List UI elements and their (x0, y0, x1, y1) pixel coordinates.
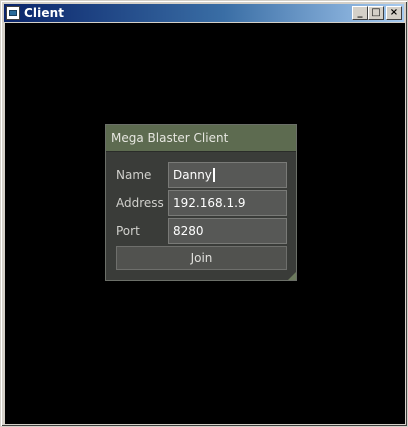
dialog-title: Mega Blaster Client (111, 131, 229, 145)
minimize-icon: _ (357, 7, 363, 18)
close-button[interactable]: × (386, 6, 402, 20)
port-input-value: 8280 (173, 224, 204, 238)
name-input[interactable]: Danny (168, 162, 287, 188)
port-label: Port (116, 224, 140, 238)
window-title: Client (24, 6, 65, 20)
name-row: Name Danny (106, 162, 296, 188)
resize-grip-icon[interactable] (288, 272, 296, 280)
port-input[interactable]: 8280 (168, 218, 287, 244)
dialog-header[interactable]: Mega Blaster Client (106, 125, 296, 152)
address-row: Address 192.168.1.9 (106, 190, 296, 216)
name-input-value: Danny (173, 168, 212, 182)
app-window-icon[interactable] (6, 6, 20, 20)
join-button[interactable]: Join (116, 246, 287, 270)
address-input[interactable]: 192.168.1.9 (168, 190, 287, 216)
address-input-value: 192.168.1.9 (173, 196, 246, 210)
port-row: Port 8280 (106, 218, 296, 244)
client-area: Mega Blaster Client Name Danny Address 1… (5, 23, 405, 424)
join-button-label: Join (190, 251, 213, 265)
maximize-icon: □ (371, 7, 381, 18)
text-caret (212, 168, 215, 182)
title-bar[interactable]: Client _ □ × (4, 4, 404, 22)
client-window: Client _ □ × Mega Blaster Client Name Da… (0, 0, 408, 427)
close-icon: × (389, 7, 399, 18)
minimize-button[interactable]: _ (352, 6, 368, 20)
connect-dialog: Mega Blaster Client Name Danny Address 1… (105, 124, 297, 281)
maximize-button[interactable]: □ (368, 6, 384, 20)
name-input-value-wrap: Danny (173, 163, 286, 187)
caption-buttons: _ □ × (352, 6, 402, 20)
address-label: Address (116, 196, 164, 210)
name-label: Name (116, 168, 152, 182)
app-window-icon-inner (9, 10, 17, 16)
